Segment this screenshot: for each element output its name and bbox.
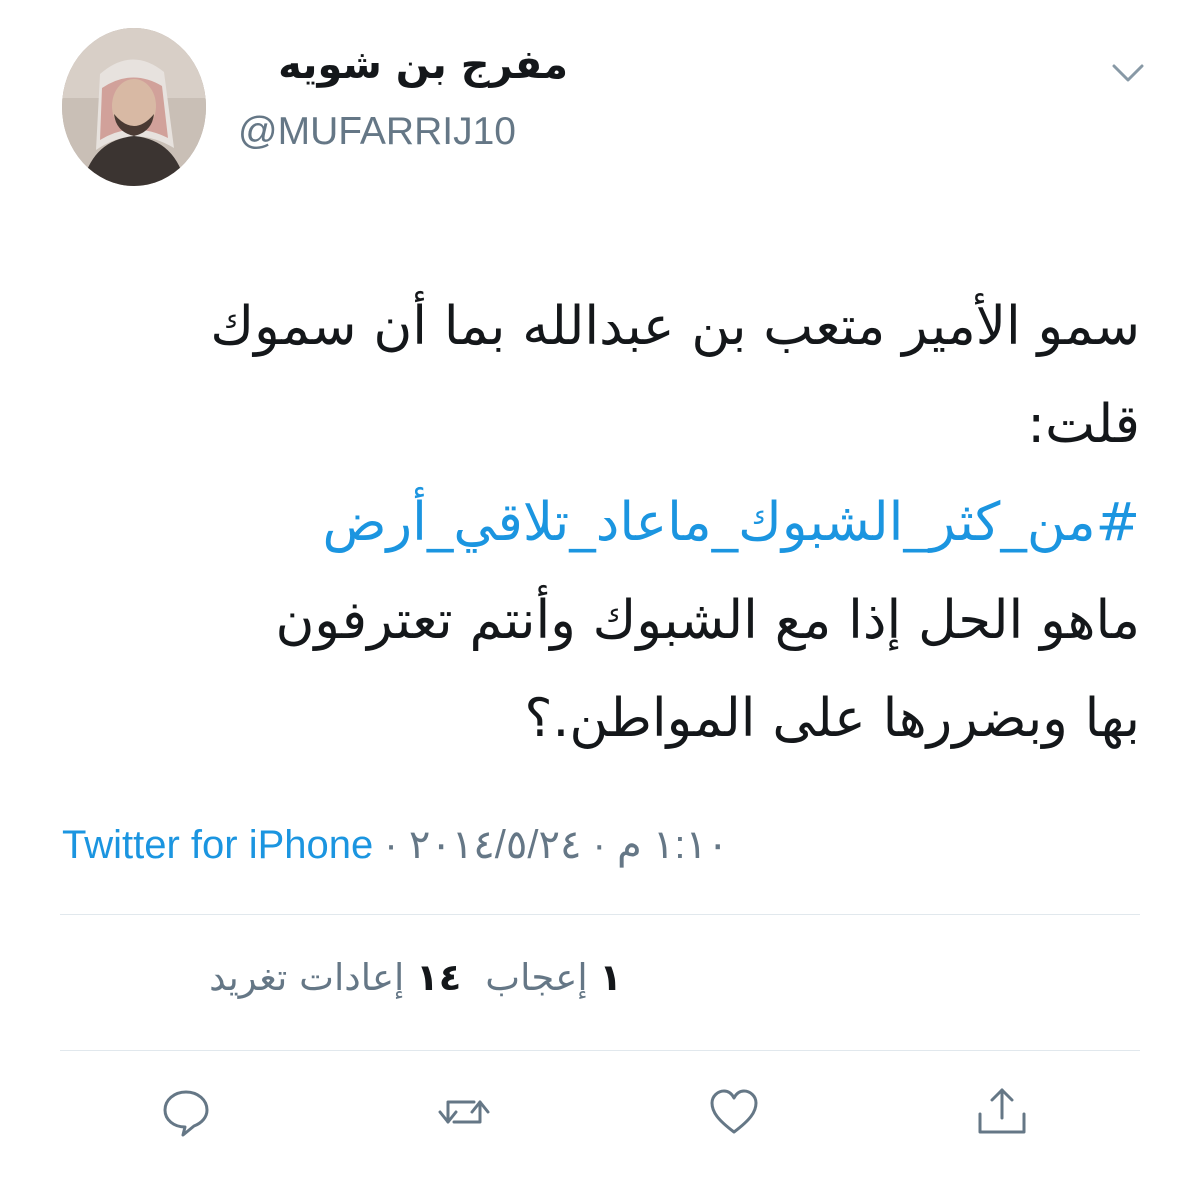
meta-separator: · [384,823,398,867]
tweet-text-line: بها وبضررها على المواطن.؟ [524,688,1140,749]
avatar-photo [62,28,206,186]
share-icon[interactable] [972,1082,1032,1142]
tweet-datetime[interactable]: ١:١٠ م · ٢٠١٤/٥/٢٤ [409,823,729,867]
tweet-text-line: ماهو الحل إذا مع الشبوك وأنتم تعترفون [275,590,1140,651]
retweets-stat[interactable]: ١٤ إعادات تغريد [209,956,461,999]
avatar[interactable] [62,28,206,186]
likes-count: ١ [599,956,622,999]
divider [60,914,1140,915]
source-link[interactable]: Twitter for iPhone [62,823,373,867]
tweet-stats: ١ إعجاب ١٤ إعادات تغريد [62,956,622,999]
reply-icon[interactable] [156,1082,216,1142]
likes-stat[interactable]: ١ إعجاب [485,956,622,999]
tweet-meta: Twitter for iPhone · ١:١٠ م · ٢٠١٤/٥/٢٤ [62,822,1142,868]
user-handle[interactable]: @MUFARRIJ10 [238,110,516,154]
likes-label: إعجاب [485,956,588,999]
tweet-text: سمو الأمير متعب بن عبدالله بما أن سموك ق… [60,278,1140,768]
tweet-text-line: قلت: [1027,394,1140,455]
retweet-icon[interactable] [434,1082,494,1142]
display-name[interactable]: مفرج بن شويه [238,42,568,88]
retweets-label: إعادات تغريد [209,956,405,999]
hashtag-link[interactable]: #من_كثر_الشبوك_ماعاد_تلاقي_أرض [322,492,1140,553]
chevron-down-icon[interactable] [1108,56,1148,92]
tweet-text-line: سمو الأمير متعب بن عبدالله بما أن سموك [210,296,1140,357]
divider [60,1050,1140,1051]
retweets-count: ١٤ [416,956,462,999]
heart-icon[interactable] [704,1082,764,1142]
